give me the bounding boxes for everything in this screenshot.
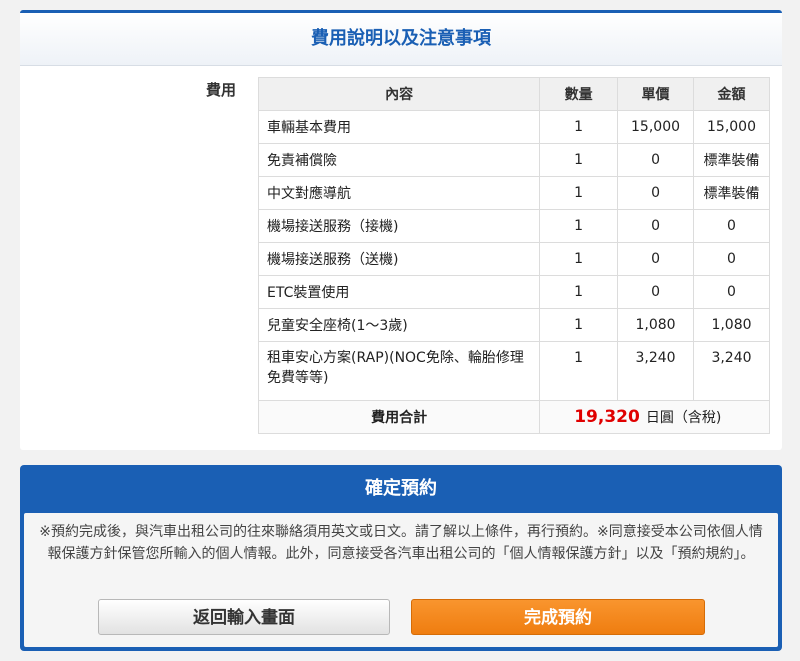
fee-panel: 費用說明以及注意事項 費用 內容 數量 單價 金額 車輛基本費用 1 15,00… [20, 10, 782, 450]
row-unit-price: 15,000 [617, 110, 694, 144]
row-content: 中文對應導航 [257, 176, 541, 210]
row-amount: 標準裝備 [693, 176, 770, 210]
row-content: 免責補償險 [257, 143, 541, 177]
table-row: 中文對應導航 1 0 標準裝備 [257, 176, 770, 210]
row-unit-price: 0 [617, 176, 694, 210]
confirm-panel: 確定預約 ※預約完成後，與汽車出租公司的往來聯絡須用英文或日文。請了解以上條件，… [20, 465, 782, 651]
total-label: 費用合計 [257, 400, 541, 434]
row-amount: 15,000 [693, 110, 770, 144]
row-qty: 1 [539, 341, 619, 401]
row-amount: 0 [693, 242, 770, 276]
row-qty: 1 [539, 209, 619, 243]
row-content: 車輛基本費用 [257, 110, 541, 144]
row-unit-price: 3,240 [617, 341, 694, 401]
fee-section-title: 費用說明以及注意事項 [20, 13, 782, 66]
row-content: ETC裝置使用 [257, 275, 541, 309]
row-qty: 1 [539, 308, 619, 342]
row-unit-price: 0 [617, 242, 694, 276]
confirm-body: ※預約完成後，與汽車出租公司的往來聯絡須用英文或日文。請了解以上條件，再行預約。… [24, 513, 778, 647]
row-amount: 3,240 [693, 341, 770, 401]
fee-table: 內容 數量 單價 金額 車輛基本費用 1 15,000 15,000 免責補償險… [257, 77, 770, 434]
table-row: 機場接送服務（送機) 1 0 0 [257, 242, 770, 276]
column-header-amount: 金額 [693, 77, 770, 111]
row-qty: 1 [539, 275, 619, 309]
column-header-qty: 數量 [539, 77, 619, 111]
row-amount: 0 [693, 209, 770, 243]
row-content: 機場接送服務（接機) [257, 209, 541, 243]
back-to-input-button[interactable]: 返回輸入畫面 [98, 599, 390, 635]
table-row: 機場接送服務（接機) 1 0 0 [257, 209, 770, 243]
table-row: 租車安心方案(RAP)(NOC免除、輪胎修理免費等等) 1 3,240 3,24… [257, 341, 770, 401]
total-row: 費用合計 19,320 日圓（含稅) [257, 400, 770, 434]
total-cell: 19,320 日圓（含稅) [539, 400, 770, 434]
row-amount: 1,080 [693, 308, 770, 342]
row-content: 機場接送服務（送機) [257, 242, 541, 276]
row-qty: 1 [539, 110, 619, 144]
table-row: 車輛基本費用 1 15,000 15,000 [257, 110, 770, 144]
row-amount: 0 [693, 275, 770, 309]
row-unit-price: 0 [617, 143, 694, 177]
row-unit-price: 0 [617, 209, 694, 243]
complete-reservation-button[interactable]: 完成預約 [411, 599, 705, 635]
row-content: 兒童安全座椅(1～3歲) [257, 308, 541, 342]
total-unit: 日圓（含稅) [645, 410, 722, 426]
confirm-section-title: 確定預約 [365, 478, 437, 499]
notice-text: ※預約完成後，與汽車出租公司的往來聯絡須用英文或日文。請了解以上條件，再行預約。… [39, 524, 763, 562]
row-unit-price: 0 [617, 275, 694, 309]
row-content: 租車安心方案(RAP)(NOC免除、輪胎修理免費等等) [257, 341, 541, 401]
table-row: ETC裝置使用 1 0 0 [257, 275, 770, 309]
row-qty: 1 [539, 242, 619, 276]
column-header-content: 內容 [257, 77, 541, 111]
total-amount: 19,320 [574, 407, 640, 427]
row-unit-price: 1,080 [617, 308, 694, 342]
row-qty: 1 [539, 143, 619, 177]
table-row: 免責補償險 1 0 標準裝備 [257, 143, 770, 177]
table-row: 兒童安全座椅(1～3歲) 1 1,080 1,080 [257, 308, 770, 342]
column-header-unit-price: 單價 [617, 77, 694, 111]
row-amount: 標準裝備 [693, 143, 770, 177]
fee-table-header: 內容 數量 單價 金額 [257, 77, 770, 111]
row-qty: 1 [539, 176, 619, 210]
fee-label: 費用 [206, 81, 237, 99]
